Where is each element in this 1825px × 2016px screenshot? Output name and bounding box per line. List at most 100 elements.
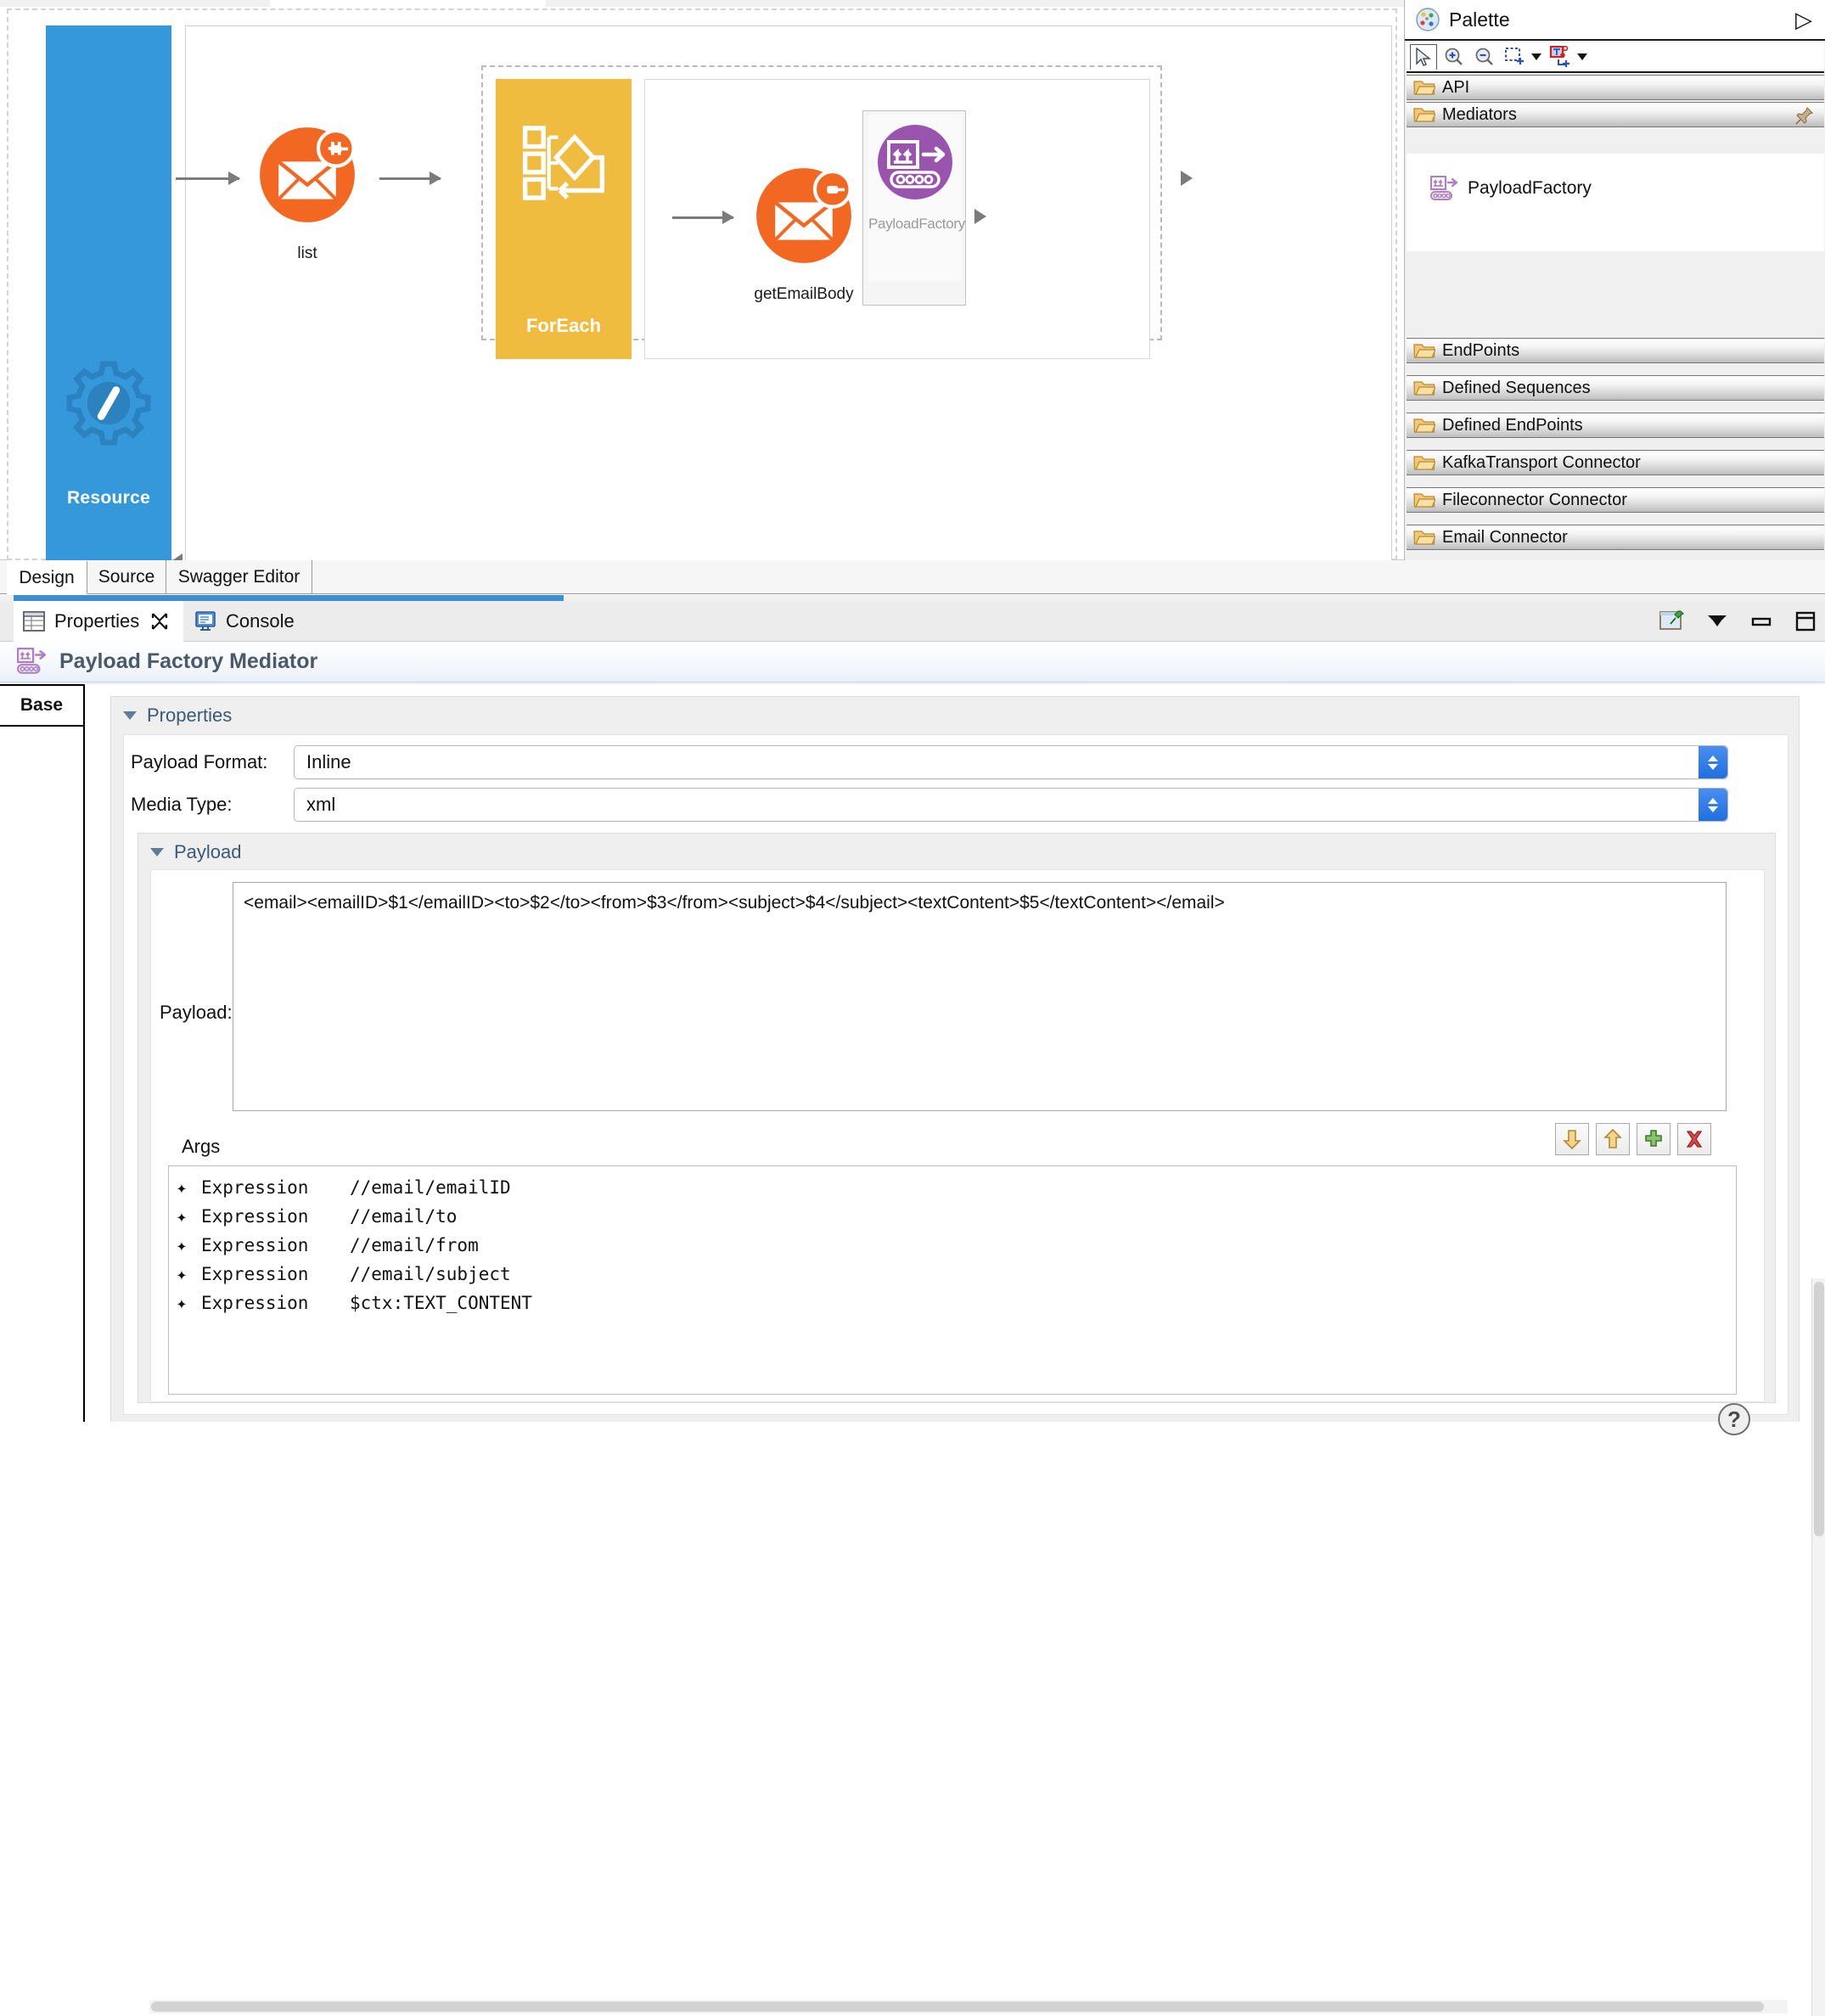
tab-swagger-editor[interactable]: Swagger Editor	[166, 560, 312, 594]
form-vertical-scrollbar[interactable]	[1811, 1278, 1825, 2016]
tab-design-label: Design	[19, 567, 75, 587]
payload-group-label: Payload	[174, 841, 242, 862]
palette-title-label: Palette	[1449, 8, 1510, 31]
maximize-icon[interactable]	[1794, 611, 1817, 632]
node-payloadfactory[interactable]: PayloadFactory	[862, 110, 966, 306]
palette-category-kafkatransport-connector[interactable]: KafkaTransport Connector	[1407, 450, 1824, 475]
payload-field-label: Payload:	[160, 1002, 233, 1023]
palette-category-email-connector[interactable]: Email Connector	[1407, 525, 1824, 550]
folder-icon	[1413, 381, 1435, 396]
node-foreach[interactable]: ForEach	[496, 79, 632, 359]
table-row[interactable]: ✦ Expression //email/from	[169, 1231, 1736, 1260]
side-tab-base[interactable]: Base	[0, 684, 85, 727]
add-arg-button[interactable]	[1637, 1123, 1671, 1155]
palette-category-defined-sequences[interactable]: Defined Sequences	[1407, 375, 1824, 401]
pin-view-icon[interactable]	[1659, 609, 1684, 633]
editor-tab-bar: Design Source Swagger Editor	[0, 560, 1825, 594]
canvas-top-strip	[0, 0, 1404, 7]
args-table[interactable]: ✦ Expression //email/emailID ✦ Expressio…	[168, 1165, 1737, 1395]
node-getemailbody[interactable]: getEmailBody	[749, 160, 859, 304]
view-tab-bar: Properties Console	[0, 601, 1825, 642]
args-toolbar	[1555, 1123, 1711, 1155]
note-dropdown-chevron-down-icon[interactable]	[1575, 45, 1590, 69]
palette-item-payloadfactory[interactable]: PayloadFactory	[1430, 176, 1592, 201]
node-getemailbody-label: getEmailBody	[754, 285, 854, 303]
marquee-select-icon[interactable]	[1502, 44, 1529, 70]
arg-type: Expression	[201, 1293, 309, 1313]
form-vertical-scrollbar-thumb[interactable]	[1814, 1282, 1824, 1536]
palette-category-defined-endpoints[interactable]: Defined EndPoints	[1407, 413, 1824, 438]
palette-category-endpoints[interactable]: EndPoints	[1407, 338, 1824, 363]
payload-format-label: Payload Format:	[131, 751, 268, 772]
editor-area: Resource list ForEach getEmailBody Paylo…	[0, 0, 1825, 569]
cursor-arrow-icon[interactable]	[1410, 44, 1437, 70]
table-row[interactable]: ✦ Expression //email/subject	[169, 1260, 1736, 1289]
diagram-canvas[interactable]: Resource list ForEach getEmailBody Paylo…	[0, 0, 1404, 569]
arg-value: //email/subject	[350, 1264, 511, 1284]
sequence-container: list ForEach getEmailBody PayloadFactory	[176, 25, 1392, 564]
payload-format-dropdown-chevron-icon[interactable]	[1699, 746, 1727, 778]
collapse-triangle-icon[interactable]	[150, 848, 164, 856]
move-down-button[interactable]	[1555, 1123, 1589, 1155]
email-connector-icon	[260, 127, 356, 222]
node-list[interactable]: list	[252, 120, 362, 263]
payload-factory-icon	[1430, 176, 1458, 200]
payload-textarea[interactable]: <email><emailID>$1</emailID><to>$2</to><…	[233, 882, 1727, 1111]
arrow-up-icon	[1603, 1129, 1622, 1148]
form-horizontal-scrollbar[interactable]	[149, 2000, 1788, 2013]
delete-arg-button[interactable]	[1677, 1123, 1711, 1155]
args-label: Args	[182, 1136, 221, 1157]
media-type-help-button[interactable]: ?	[1718, 1403, 1750, 1435]
tab-console[interactable]: Console	[194, 601, 355, 642]
palette-category-mediators[interactable]: Mediators	[1407, 102, 1824, 127]
form-horizontal-scrollbar-thumb[interactable]	[151, 2002, 1764, 2012]
marquee-dropdown-chevron-down-icon[interactable]	[1529, 45, 1544, 69]
node-payloadfactory-label: PayloadFactory	[868, 216, 965, 232]
table-row[interactable]: ✦ Expression //email/to	[169, 1202, 1736, 1231]
tab-source[interactable]: Source	[87, 560, 166, 594]
view-toolbar	[1659, 609, 1817, 633]
arrowhead-foreach-out	[1181, 171, 1193, 186]
add-note-icon[interactable]	[1547, 44, 1575, 70]
palette-icon	[1416, 8, 1440, 31]
tab-properties[interactable]: Properties	[14, 601, 183, 642]
folder-icon	[1413, 81, 1435, 95]
resource-node[interactable]: Resource	[46, 25, 171, 564]
arg-diamond-icon: ✦	[176, 1206, 188, 1227]
arg-type: Expression	[201, 1235, 309, 1255]
foreach-inner-sequence: getEmailBody PayloadFactory	[644, 79, 1150, 359]
arg-value: //email/emailID	[350, 1177, 511, 1198]
active-view-accent-bar	[14, 595, 564, 601]
minimize-icon[interactable]	[1750, 613, 1772, 630]
pin-icon[interactable]	[1795, 106, 1814, 125]
palette-panel: Palette ▷ API Mediators PayloadFactory E…	[1404, 0, 1825, 560]
collapse-triangle-icon[interactable]	[123, 711, 137, 720]
table-row[interactable]: ✦ Expression $ctx:TEXT_CONTENT	[169, 1289, 1736, 1317]
tab-design[interactable]: Design	[7, 560, 87, 594]
tab-source-label: Source	[98, 567, 155, 587]
properties-side-tabs: Base	[0, 684, 85, 1422]
payload-group-header[interactable]: Payload	[138, 834, 1775, 871]
palette-category-api[interactable]: API	[1407, 75, 1824, 100]
mediator-title-bar: Payload Factory Mediator	[0, 642, 1825, 682]
move-up-button[interactable]	[1596, 1123, 1630, 1155]
close-icon[interactable]	[149, 611, 170, 632]
payload-format-select[interactable]: Inline	[294, 745, 1728, 779]
table-row[interactable]: ✦ Expression //email/emailID	[169, 1173, 1736, 1202]
media-type-dropdown-chevron-icon[interactable]	[1699, 789, 1727, 821]
zoom-in-icon[interactable]	[1440, 44, 1468, 70]
palette-category-fileconnector-connector[interactable]: Fileconnector Connector	[1407, 487, 1824, 513]
arg-diamond-icon: ✦	[176, 1264, 188, 1284]
arg-value: //email/to	[350, 1206, 458, 1227]
view-menu-icon[interactable]	[1706, 613, 1728, 630]
properties-group-header[interactable]: Properties	[111, 697, 1799, 734]
media-type-value: xml	[306, 794, 336, 815]
expand-right-icon[interactable]: ▷	[1795, 8, 1812, 31]
arg-value: //email/from	[350, 1235, 479, 1255]
zoom-out-icon[interactable]	[1471, 44, 1498, 70]
payload-factory-icon	[17, 647, 47, 674]
media-type-select[interactable]: xml	[294, 788, 1728, 822]
arrow-list-to-foreach	[379, 171, 441, 185]
plus-icon	[1645, 1130, 1662, 1147]
field-payload-format: Payload Format: Inline	[124, 744, 1737, 781]
